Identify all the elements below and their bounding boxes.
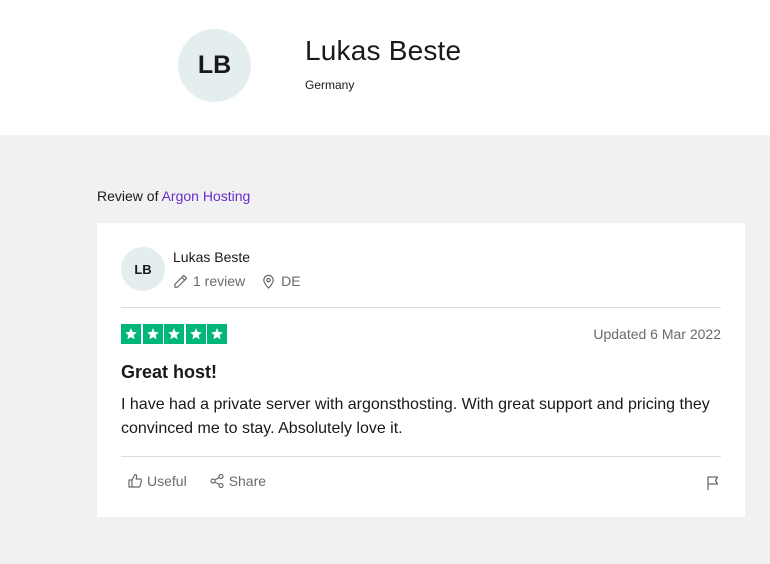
review-body: I have had a private server with argonst… (121, 396, 710, 437)
report-button[interactable] (705, 475, 721, 496)
flag-icon (707, 476, 719, 490)
star-icon (142, 324, 163, 344)
reviewer-location: DE (261, 273, 301, 289)
reviewer-meta: 1 review DE (173, 273, 317, 289)
profile-country: Germany (305, 78, 355, 92)
useful-label: Useful (147, 473, 187, 489)
share-icon (210, 473, 224, 489)
review-of-prefix: Review of (97, 188, 159, 204)
star-icon (185, 324, 206, 344)
star-icon (121, 324, 141, 344)
divider (121, 456, 721, 457)
thumbs-up-icon (128, 473, 143, 488)
useful-button[interactable]: Useful (127, 473, 187, 489)
divider (121, 307, 721, 308)
share-label: Share (228, 473, 267, 489)
avatar: LB (178, 29, 251, 102)
company-link[interactable]: Argon Hosting (162, 188, 251, 204)
review-count-label: 1 review (193, 273, 246, 289)
review-of-line: Review of Argon Hosting (97, 188, 250, 204)
review-date: Updated 6 Mar 2022 (593, 326, 721, 342)
star-rating (121, 324, 229, 344)
review-count: 1 review (173, 273, 245, 289)
country-code: DE (281, 273, 301, 289)
star-icon (207, 324, 227, 344)
star-icon (164, 324, 184, 344)
review-card: LB Lukas Beste 1 review DE Updated 6 Mar… (97, 223, 745, 517)
review-title: Great host! (121, 362, 218, 382)
reviewer-name[interactable]: Lukas Beste (173, 249, 250, 265)
profile-name: Lukas Beste (305, 35, 462, 66)
profile-header: LB Lukas Beste Germany (0, 0, 770, 135)
share-button[interactable]: Share (209, 473, 266, 489)
reviewer-avatar[interactable]: LB (121, 247, 165, 291)
pencil-icon (174, 274, 188, 288)
location-pin-icon (263, 274, 274, 289)
review-actions: Useful Share (127, 473, 288, 489)
